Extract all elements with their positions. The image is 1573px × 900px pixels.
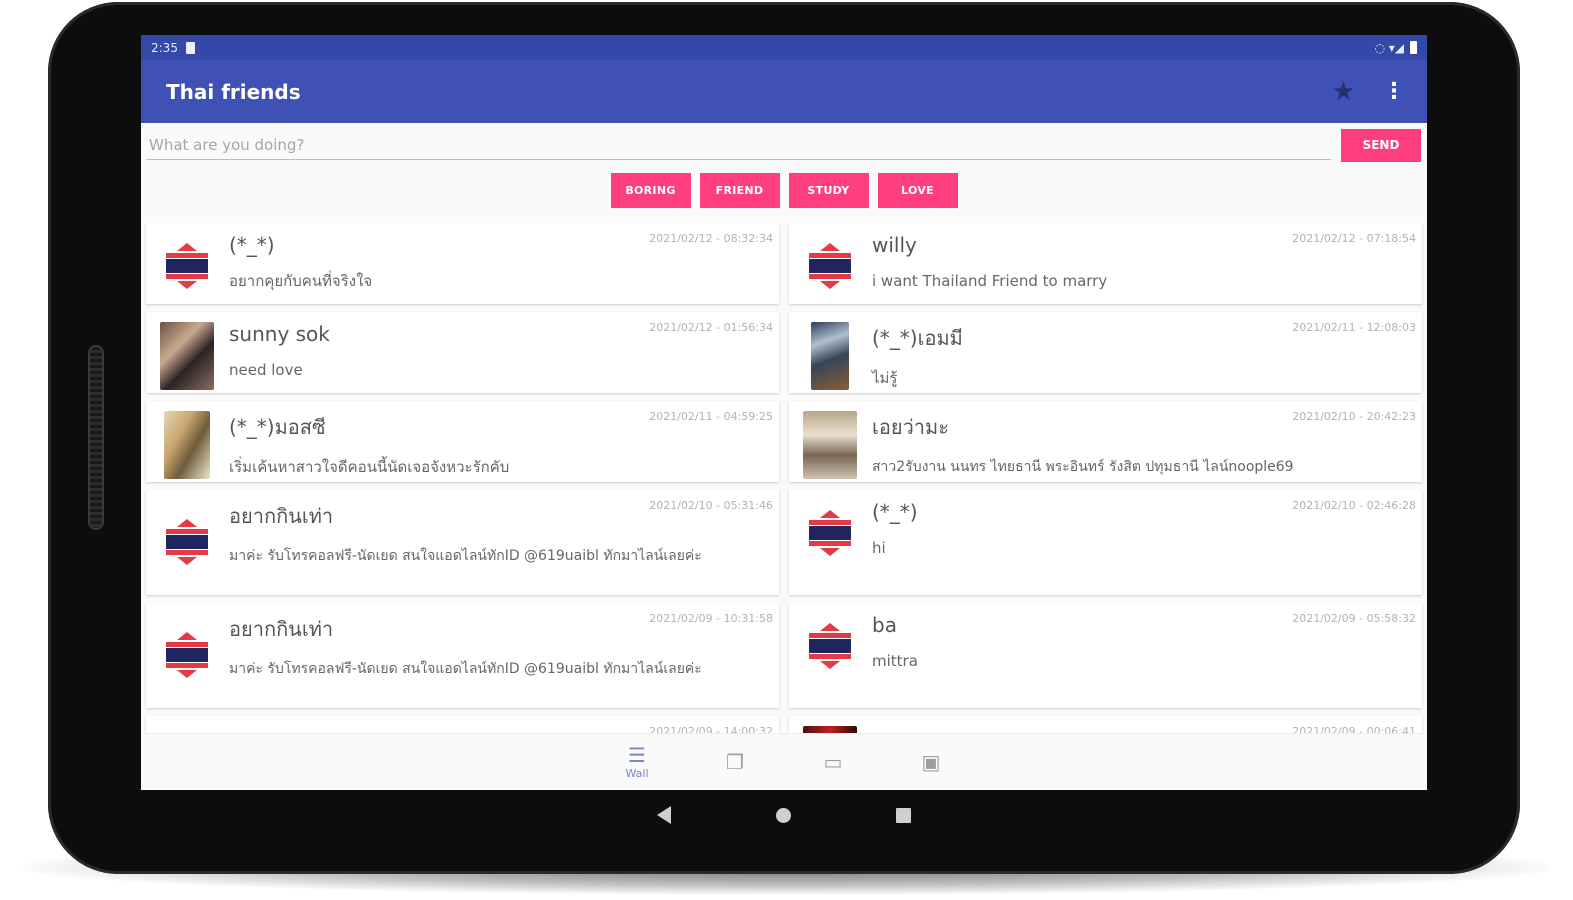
post-message: มาค่ะ รับโทรคอลฟรี-นัดเยด สนใจแอดไลน์ทัก… [229,548,702,564]
profile-photo [803,726,857,733]
app-toolbar: Thai friends ★ ⋮ [141,60,1427,123]
topic-study-button[interactable]: STUDY [788,173,869,208]
nav-wall-label: Wall [625,766,649,780]
status-bar: 2:35 ◌ ▾◢ [141,35,1427,60]
post-card[interactable]: ... 2021/02/09 - 00:06:41 [789,716,1422,733]
avatar [159,411,215,479]
post-card[interactable]: willy i want Thailand Friend to marry 20… [789,223,1422,304]
post-card[interactable]: อยากกินเท่า มาค่ะ รับโทรคอลฟรี-นัดเยด สน… [146,490,779,595]
avatar [802,726,858,733]
profile-photo [811,322,849,390]
status-time: 2:35 [151,40,178,55]
topic-friend-button[interactable]: FRIEND [699,173,780,208]
recents-icon[interactable] [896,807,911,823]
post-card[interactable]: เอยว่ามะ สาว2รับงาน นนทร ไทยธานี พระอินท… [789,401,1422,482]
side-button [88,345,104,530]
more-vert-icon[interactable]: ⋮ [1383,80,1405,103]
post-card[interactable]: อยากกินเท่า มาค่ะ รับโทรคอลฟรี-นัดเยด สน… [146,603,779,708]
contacts-icon: ▣ [921,750,941,774]
star-icon[interactable]: ★ [1332,79,1355,105]
system-navigation-bar [141,790,1427,840]
chat-icon: ❐ [726,750,744,774]
nav-message[interactable]: ▭ [805,752,861,772]
post-time: 2021/02/09 - 14:00:32 [649,725,773,733]
stage: 2:35 ◌ ▾◢ Thai friends ★ ⋮ SEND BORING F… [0,0,1573,900]
app-screen: 2:35 ◌ ▾◢ Thai friends ★ ⋮ SEND BORING F… [141,35,1427,790]
avatar [159,233,215,301]
post-time: 2021/02/11 - 04:59:25 [649,410,773,423]
post-time: 2021/02/12 - 07:18:54 [1292,232,1416,245]
message-icon: ▭ [823,750,843,774]
post-message: need love [229,361,303,379]
avatar [802,500,858,568]
profile-photo [160,322,214,390]
thai-flag-icon [162,631,212,680]
profile-photo [803,411,857,479]
app-title: Thai friends [166,79,301,104]
post-message: อยากคุยกับคนที่จริงใจ [229,272,373,290]
status-input[interactable] [147,130,1331,160]
topic-buttons: BORING FRIEND STUDY LOVE [141,167,1427,214]
bottom-navigation: ☰ Wall ❐ ▭ ▣ [141,733,1427,790]
signal-icons: ◌ ▾◢ [1374,40,1404,55]
avatar [802,322,858,390]
post-message: มาค่ะ รับโทรคอลฟรี-นัดเยด สนใจแอดไลน์ทัก… [229,661,702,677]
nav-contacts[interactable]: ▣ [903,752,959,772]
post-time: 2021/02/10 - 05:31:46 [649,499,773,512]
home-icon[interactable] [776,807,791,823]
topic-love-button[interactable]: LOVE [877,173,958,208]
thai-flag-icon [805,510,855,558]
post-time: 2021/02/11 - 12:08:03 [1292,321,1416,334]
topic-boring-button[interactable]: BORING [610,173,691,208]
post-card[interactable]: ... 2021/02/09 - 14:00:32 [146,716,779,733]
profile-photo [164,411,210,479]
post-time: 2021/02/09 - 05:58:32 [1292,612,1416,625]
avatar [159,726,215,733]
post-message: hi [872,539,886,557]
post-time: 2021/02/12 - 01:56:34 [649,321,773,334]
post-message: เริ่มเค้นหาสาวใจดีคอนนี้นัดเจอจังหวะรักค… [229,458,510,476]
avatar [802,233,858,301]
thai-flag-icon [805,243,855,291]
post-time: 2021/02/09 - 00:06:41 [1292,725,1416,733]
avatar [802,613,858,681]
wall-feed: (*_*) อยากคุยกับคนที่จริงใจ 2021/02/12 -… [141,223,1427,733]
status-composer: SEND [141,123,1427,167]
post-time: 2021/02/10 - 20:42:23 [1292,410,1416,423]
post-message: สาว2รับงาน นนทร ไทยธานี พระอินทร์ รังสิต… [872,459,1294,475]
post-card[interactable]: ba mittra 2021/02/09 - 05:58:32 [789,603,1422,708]
post-card[interactable]: (*_*) hi 2021/02/10 - 02:46:28 [789,490,1422,595]
battery-icon [1410,41,1417,54]
post-message: i want Thailand Friend to marry [872,272,1108,290]
avatar [159,613,215,698]
post-message: ไม่รู้ [872,369,898,387]
post-time: 2021/02/09 - 10:31:58 [649,612,773,625]
thai-flag-icon [162,243,212,291]
avatar [159,322,215,390]
post-card[interactable]: (*_*)เอมมี ไม่รู้ 2021/02/11 - 12:08:03 [789,312,1422,393]
sd-card-icon [185,41,195,54]
send-button[interactable]: SEND [1341,128,1421,162]
post-message: mittra [872,652,918,670]
wall-icon: ☰ [628,742,646,767]
thai-flag-icon [162,518,212,567]
post-card[interactable]: (*_*) อยากคุยกับคนที่จริงใจ 2021/02/12 -… [146,223,779,304]
nav-chat[interactable]: ❐ [707,752,763,772]
avatar [159,500,215,585]
avatar [802,411,858,479]
post-card[interactable]: sunny sok need love 2021/02/12 - 01:56:3… [146,312,779,393]
post-time: 2021/02/12 - 08:32:34 [649,232,773,245]
post-time: 2021/02/10 - 02:46:28 [1292,499,1416,512]
nav-wall[interactable]: ☰ Wall [609,745,665,780]
thai-flag-icon [805,623,855,671]
post-card[interactable]: (*_*)มอสซี เริ่มเค้นหาสาวใจดีคอนนี้นัดเจ… [146,401,779,482]
back-icon[interactable] [657,806,671,824]
